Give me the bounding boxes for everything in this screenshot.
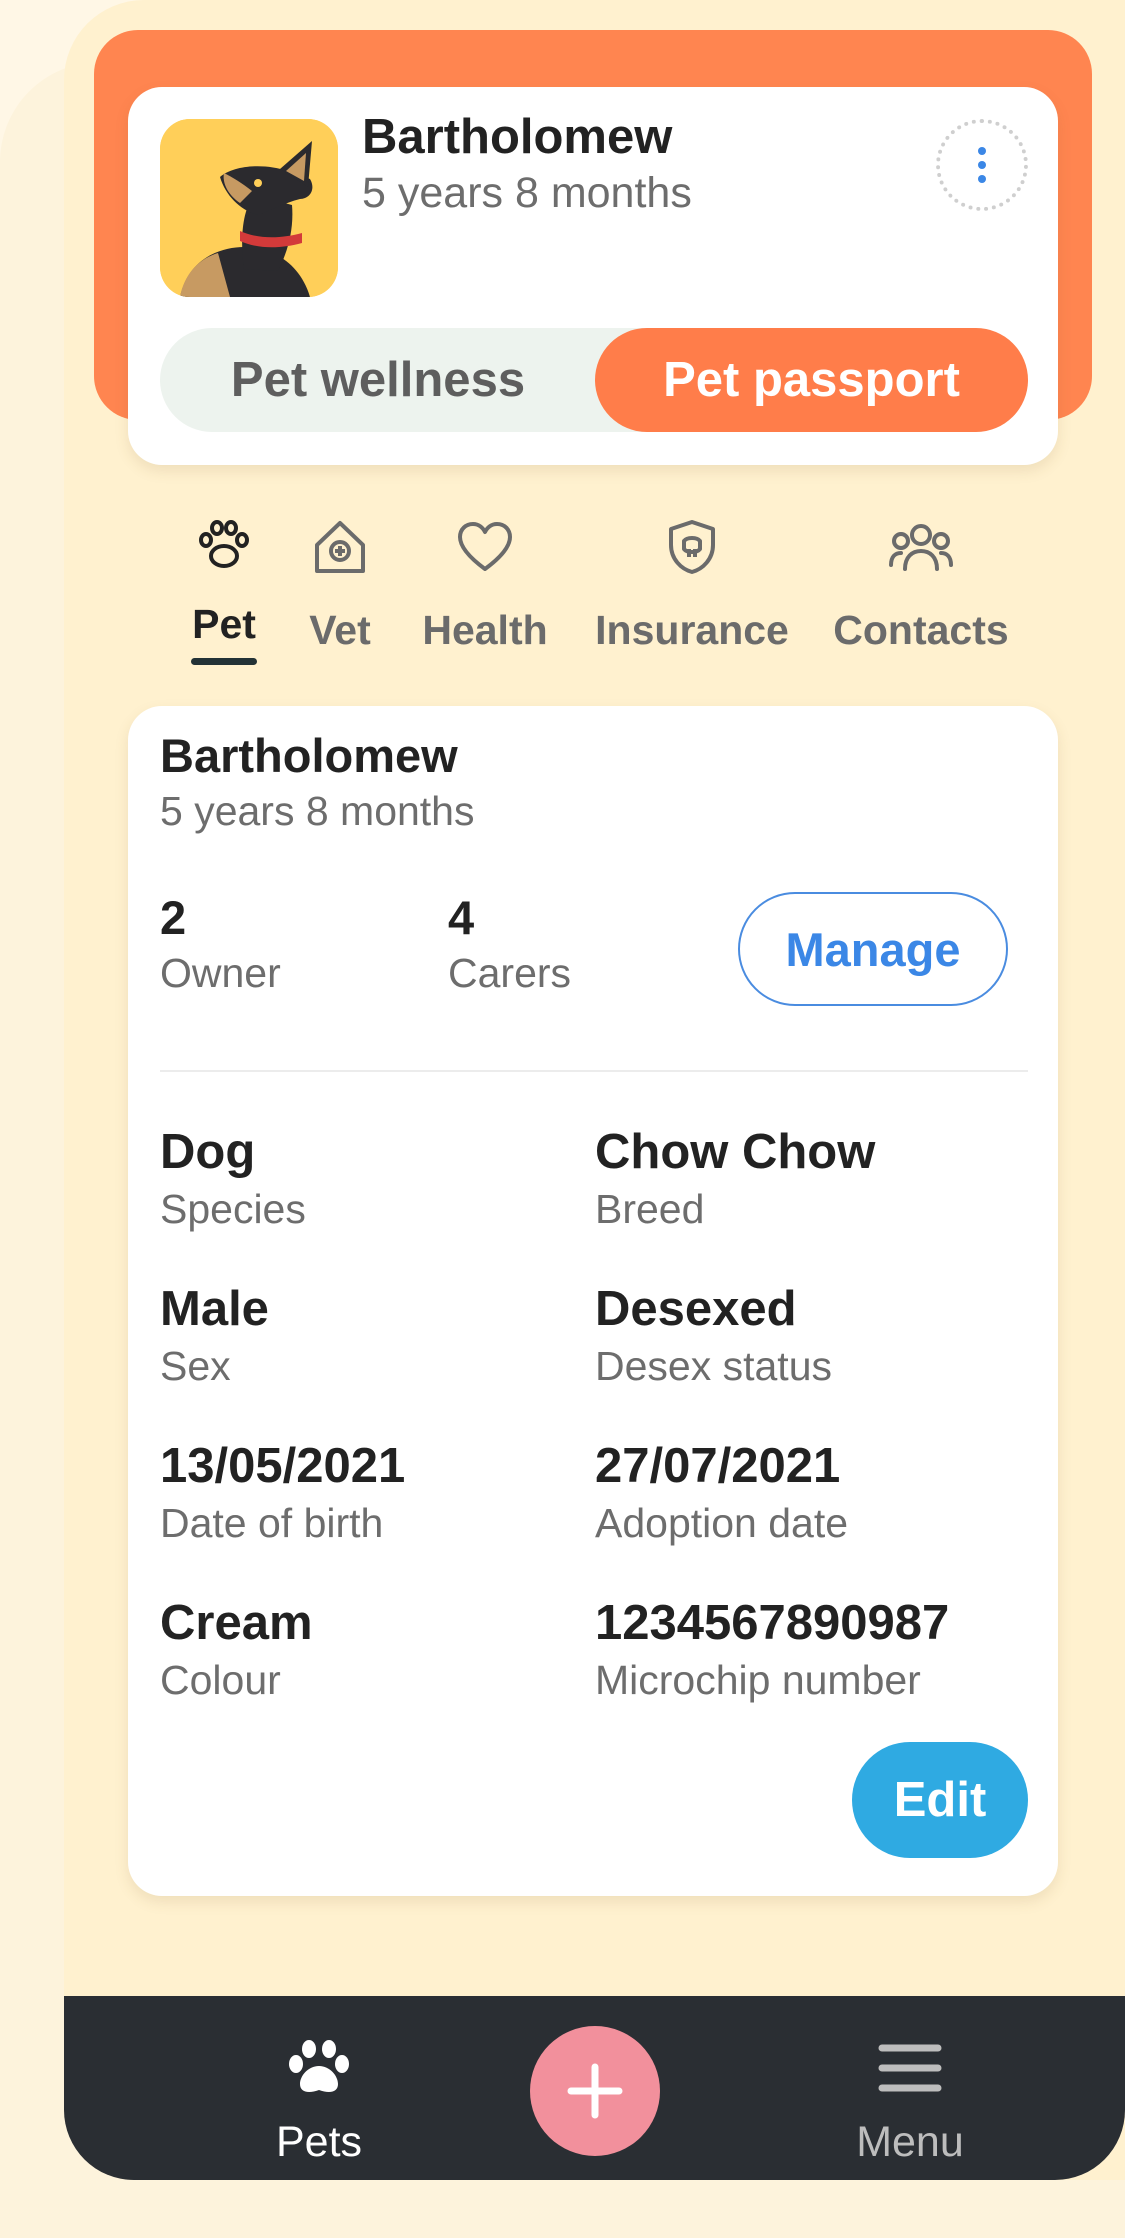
bottom-navigation: Pets Menu [64,1996,1125,2180]
pet-passport-segment[interactable]: Pet passport [595,328,1028,432]
hamburger-icon [878,2028,942,2108]
vertical-dots-icon [978,147,986,183]
shield-icon [667,515,717,579]
heart-icon [456,515,514,579]
paw-icon [196,515,252,573]
tab-insurance[interactable]: Insurance [595,515,789,665]
date-of-birth-value: 13/05/2021 [160,1439,406,1493]
colour-value: Cream [160,1596,313,1650]
manage-button[interactable]: Manage [738,892,1008,1006]
tab-insurance-label: Insurance [595,607,789,653]
tab-pet[interactable]: Pet [190,515,258,665]
add-button[interactable] [530,2026,660,2156]
people-icon [888,515,954,579]
tab-health-label: Health [422,607,548,653]
desex-status-value: Desexed [595,1282,797,1336]
edit-button[interactable]: Edit [852,1742,1028,1858]
adoption-date-label: Adoption date [595,1500,849,1546]
desex-status-label: Desex status [595,1343,832,1389]
colour-label: Colour [160,1657,281,1703]
nav-pets-label: Pets [275,2118,363,2166]
dog-avatar-illustration [160,119,338,297]
pet-name: Bartholomew [362,110,673,164]
pet-details-card: Bartholomew 5 years 8 months 2 Owner 4 C… [128,706,1058,1896]
tab-vet[interactable]: Vet [300,515,380,665]
details-pet-age: 5 years 8 months [160,788,475,834]
sex-value: Male [160,1282,269,1336]
view-segmented-control: Pet wellness Pet passport [160,328,1028,432]
active-tab-indicator [191,657,257,665]
tab-contacts[interactable]: Contacts [832,515,1010,665]
carer-label: Carers [448,950,572,996]
tab-contacts-label: Contacts [833,607,1009,653]
owner-label: Owner [160,950,281,996]
carer-count: 4 [448,891,475,944]
tab-vet-label: Vet [309,607,371,653]
microchip-number-value: 1234567890987 [595,1596,950,1650]
date-of-birth-label: Date of birth [160,1500,384,1546]
nav-menu[interactable]: Menu [810,1996,1010,2180]
sex-label: Sex [160,1343,231,1389]
nav-menu-label: Menu [856,2118,964,2166]
species-value: Dog [160,1125,256,1179]
tab-health[interactable]: Health [418,515,552,665]
plus-icon [567,2063,623,2119]
tab-pet-label: Pet [192,600,256,647]
pet-age: 5 years 8 months [362,169,692,217]
microchip-number-label: Microchip number [595,1657,921,1703]
pet-header-card: Bartholomew 5 years 8 months Pet wellnes… [128,87,1058,465]
breed-label: Breed [595,1186,705,1232]
section-divider [160,1070,1028,1072]
nav-pets[interactable]: Pets [234,1996,404,2180]
breed-value: Chow Chow [595,1125,876,1179]
vet-house-icon [313,515,367,579]
pet-wellness-segment[interactable]: Pet wellness [160,328,596,432]
adoption-date-value: 27/07/2021 [595,1439,841,1493]
details-pet-name: Bartholomew [160,729,458,782]
species-label: Species [160,1186,306,1232]
pet-avatar[interactable] [160,119,338,297]
more-options-button[interactable] [936,119,1028,211]
owner-count: 2 [160,891,187,944]
paw-icon [286,2028,352,2108]
